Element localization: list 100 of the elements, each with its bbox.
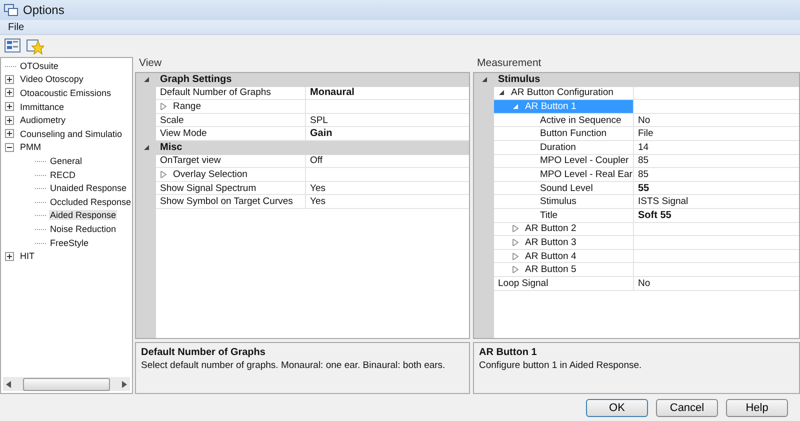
property-name[interactable]: MPO Level - Coupler	[494, 154, 634, 168]
expander-icon[interactable]	[5, 88, 16, 98]
tree-item[interactable]: Audiometry	[19, 115, 67, 126]
description-text: Configure button 1 in Aided Response.	[479, 360, 643, 371]
property-label: Range	[173, 100, 201, 112]
property-label: Title	[540, 210, 558, 221]
list-view-icon[interactable]	[4, 37, 22, 55]
property-label: MPO Level - Real Ear	[540, 168, 632, 180]
collapse-triangle-icon[interactable]	[142, 76, 150, 84]
description-text: Select default number of graphs. Monaural: one ear. Binaural: both ears.	[141, 360, 446, 371]
panel-heading: View	[138, 57, 163, 71]
expander-icon[interactable]	[5, 129, 16, 138]
property-name[interactable]: Overlay Selection	[156, 168, 306, 182]
tree-item[interactable]: Immittance	[19, 102, 66, 112]
property-label: Default Number of Graphs	[160, 87, 271, 98]
property-name[interactable]: Show Symbol on Target Curves	[156, 195, 306, 209]
property-value[interactable]: Monaural	[306, 86, 469, 100]
property-value[interactable]: ISTS Signal	[634, 195, 799, 209]
expander-icon[interactable]	[5, 74, 16, 84]
property-label: Button Function	[540, 128, 607, 140]
tree-item[interactable]: PMM	[19, 142, 42, 152]
tree-item[interactable]: Occluded Response	[49, 196, 132, 207]
property-value[interactable]: Soft 55	[634, 208, 799, 223]
expander-icon[interactable]	[5, 116, 16, 125]
panel-heading: Measurement	[476, 57, 542, 71]
property-name[interactable]: Scale	[156, 114, 306, 128]
property-value[interactable]: 55	[634, 182, 799, 196]
property-label: AR Button 5	[525, 264, 576, 276]
menu-item[interactable]: File	[8, 22, 24, 32]
property-name[interactable]: AR Button 3	[494, 236, 634, 250]
category-label: Misc	[159, 141, 182, 155]
property-label: Sound Level	[540, 182, 593, 194]
expand-triangle-icon[interactable]	[498, 89, 505, 96]
expander-icon[interactable]	[5, 252, 16, 261]
property-value[interactable]: 14	[634, 140, 799, 155]
property-label: View Mode	[160, 128, 207, 140]
expander-icon[interactable]	[5, 142, 16, 152]
property-value[interactable]: File	[634, 127, 799, 141]
property-value[interactable]: No	[634, 276, 799, 290]
property-name[interactable]: Title	[494, 208, 634, 223]
tree-item[interactable]: Video Otoscopy	[19, 74, 84, 84]
property-label: OnTarget view	[160, 155, 221, 166]
property-label: Active in Sequence	[540, 114, 622, 126]
property-name[interactable]: Duration	[494, 140, 634, 155]
tree-item[interactable]: Unaided Response	[49, 183, 128, 194]
property-value[interactable]: 85	[634, 168, 799, 182]
property-label: Overlay Selection	[173, 168, 248, 180]
property-value[interactable]: No	[634, 114, 799, 128]
property-value[interactable]: Off	[306, 154, 469, 168]
category-label: Graph Settings	[159, 73, 232, 87]
tree-item[interactable]: Otoacoustic Emissions	[19, 88, 112, 98]
expander-icon[interactable]	[5, 102, 16, 112]
property-label: Scale	[160, 114, 184, 126]
window-icon	[4, 4, 18, 16]
tree-item[interactable]: Counseling and Simulatio	[19, 128, 124, 139]
collapse-triangle-icon[interactable]	[142, 144, 150, 152]
dialog-button[interactable]: Cancel	[656, 398, 718, 416]
collapse-triangle-icon[interactable]	[480, 76, 488, 84]
property-name[interactable]: MPO Level - Real Ear	[494, 168, 634, 182]
tree-item[interactable]: OTOsuite	[19, 60, 60, 71]
property-label: AR Button 1	[525, 100, 576, 112]
tree-item[interactable]: HIT	[19, 251, 36, 262]
dialog-button[interactable]: OK	[586, 398, 648, 416]
horizontal-scrollbar[interactable]	[3, 377, 130, 391]
property-label: Show Symbol on Target Curves	[160, 196, 293, 208]
dialog-button[interactable]: Help	[726, 398, 788, 416]
category-label: Stimulus	[497, 73, 540, 87]
property-label: Duration	[540, 142, 576, 153]
window-title: Options	[23, 3, 64, 17]
property-label: AR Button Configuration	[511, 87, 614, 98]
property-label: Loop Signal	[498, 278, 548, 289]
property-name[interactable]: Loop Signal	[494, 276, 634, 290]
favorites-icon[interactable]	[26, 37, 44, 55]
property-label: AR Button 3	[525, 236, 576, 248]
property-name[interactable]: AR Button 4	[494, 250, 634, 264]
property-value[interactable]: Yes	[306, 195, 469, 209]
property-name[interactable]: AR Button 5	[494, 263, 634, 277]
property-value[interactable]: Yes	[306, 182, 469, 196]
scrollbar-thumb[interactable]	[23, 378, 110, 390]
property-name[interactable]: Button Function	[494, 127, 634, 141]
property-label: AR Button 2	[525, 223, 576, 234]
property-label: MPO Level - Coupler	[540, 155, 629, 166]
property-name[interactable]: Default Number of Graphs	[156, 86, 306, 100]
property-name[interactable]: Show Signal Spectrum	[156, 182, 306, 196]
property-label: AR Button 4	[525, 250, 576, 262]
tree-item[interactable]: General	[49, 156, 84, 166]
property-name[interactable]: Range	[156, 100, 306, 114]
property-value[interactable]: 85	[634, 154, 799, 168]
property-label: Show Signal Spectrum	[160, 182, 256, 194]
description-title: Default Number of Graphs	[141, 347, 266, 358]
property-name[interactable]: AR Button 2	[494, 222, 634, 236]
property-name[interactable]: OnTarget view	[156, 154, 306, 168]
property-name[interactable]: Stimulus	[494, 195, 634, 209]
property-value[interactable]: SPL	[306, 114, 469, 128]
tree-item[interactable]: Aided Response	[49, 210, 118, 220]
property-name[interactable]: Active in Sequence	[494, 114, 634, 128]
property-name[interactable]: Sound Level	[494, 182, 634, 196]
tree-item[interactable]: RECD	[49, 170, 77, 180]
tree-item[interactable]: FreeStyle	[49, 238, 90, 248]
tree-item[interactable]: Noise Reduction	[49, 224, 118, 234]
